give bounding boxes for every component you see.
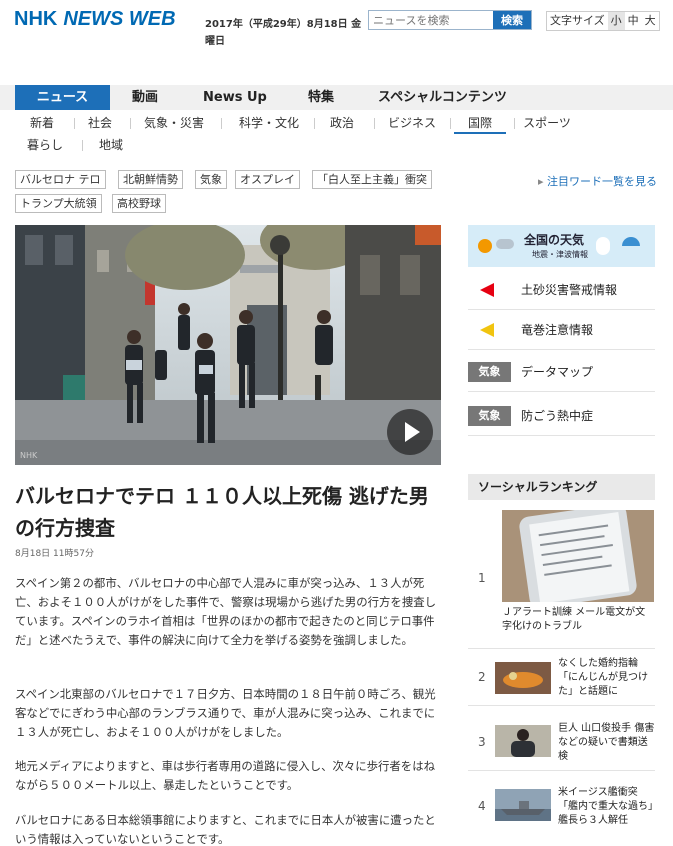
heatstroke-label: 防ごう熱中症 — [521, 409, 594, 423]
font-size-label: 文字サイズ — [550, 14, 605, 27]
subnav-society[interactable]: 社会 — [80, 112, 120, 134]
site-logo[interactable]: NHK NEWS WEB — [14, 7, 176, 31]
tag-north-korea[interactable]: 北朝鮮情勢 — [118, 170, 183, 189]
subnav-divider — [130, 118, 131, 129]
nav-newsup[interactable]: News Up — [203, 85, 267, 110]
ranking-title: 米イージス艦衝突「艦内で重大な過ち」艦長ら３人解任 — [558, 787, 653, 826]
font-size-medium[interactable]: 中 — [625, 12, 642, 30]
font-size-small[interactable]: 小 — [607, 12, 625, 30]
hero-nhk-mark: NHK — [20, 451, 38, 460]
chevron-right-icon: ▸ — [538, 175, 548, 188]
social-ranking-header: ソーシャルランキング — [468, 474, 655, 500]
ranking-number: 4 — [478, 799, 486, 813]
weather-title: 全国の天気 — [524, 233, 585, 247]
play-icon[interactable] — [387, 409, 433, 455]
search-input[interactable] — [369, 11, 493, 29]
landslide-alert-link[interactable]: 土砂災害警戒情報 — [468, 270, 655, 310]
heatstroke-link[interactable]: 気象 防ごう熱中症 — [468, 396, 655, 436]
subnav-politics[interactable]: 政治 — [321, 112, 363, 134]
ranking-divider — [468, 648, 655, 649]
subnav-divider — [74, 118, 75, 129]
nav-features[interactable]: 特集 — [308, 85, 334, 110]
data-map-label: データマップ — [521, 365, 594, 379]
megaphone-icon — [480, 283, 494, 297]
subnav-sports[interactable]: スポーツ — [517, 112, 577, 134]
subnav-divider — [450, 118, 451, 129]
subnav-divider — [314, 118, 315, 129]
weather-badge: 気象 — [468, 406, 511, 426]
subnav-region[interactable]: 地域 — [88, 134, 134, 156]
ranking-title: なくした婚約指輪「にんじんが見つけた」と話題に — [558, 658, 648, 697]
subnav-divider — [221, 118, 222, 129]
ranking-thumbnail — [495, 662, 551, 694]
tag-barcelona[interactable]: バルセロナ テロ — [15, 170, 106, 189]
ranking-thumbnail — [495, 725, 551, 757]
cloud-icon — [496, 239, 514, 249]
snowman-icon — [596, 237, 610, 255]
search-button[interactable]: 検索 — [493, 11, 531, 29]
keyword-list-link[interactable]: ▸ 注目ワード一覧を見る — [538, 172, 658, 192]
subnav-international[interactable]: 国際 — [454, 112, 506, 134]
nav-special[interactable]: スペシャルコンテンツ — [378, 85, 507, 110]
landslide-alert-label: 土砂災害警戒情報 — [521, 283, 618, 297]
ranking-number: 1 — [478, 571, 486, 585]
ranking-thumbnail — [495, 789, 551, 821]
subnav-divider — [514, 118, 515, 129]
ranking-divider — [468, 705, 655, 706]
subnav-divider — [82, 140, 83, 151]
tag-trump[interactable]: トランプ大統領 — [15, 194, 102, 213]
article-paragraph: バルセロナにある日本総領事館によりますと、これまでに日本人が被害に遭ったという情… — [15, 813, 436, 846]
subnav-latest[interactable]: 新着 — [22, 112, 62, 134]
logo-nhk: NHK — [14, 7, 58, 30]
article-video[interactable]: NHK — [15, 225, 441, 465]
article-paragraph: スペイン北東部のバルセロナで１７日夕方、日本時間の１８日午前０時ごろ、観光客など… — [15, 687, 436, 739]
tornado-alert-link[interactable]: 竜巻注意情報 — [468, 310, 655, 350]
weather-badge: 気象 — [468, 362, 511, 382]
ranking-title: 巨人 山口俊投手 傷害などの疑いで書類送検 — [558, 723, 655, 762]
subnav-living[interactable]: 暮らし — [22, 134, 68, 156]
tornado-alert-label: 竜巻注意情報 — [521, 323, 594, 337]
keyword-link-text: 注目ワード一覧を見る — [547, 175, 658, 188]
subnav-weather-disaster[interactable]: 気象・災害 — [138, 112, 210, 134]
font-size-large[interactable]: 大 — [642, 12, 659, 30]
article-paragraph: スペイン第２の都市、バルセロナの中心部で人混みに車が突っ込み、１３人が死亡、およ… — [15, 576, 436, 647]
sun-icon — [478, 239, 492, 253]
national-weather-banner[interactable]: 全国の天気 地震・津波情報 — [468, 225, 655, 267]
ranking-thumbnail — [502, 510, 654, 602]
logo-newsweb: NEWS WEB — [63, 7, 176, 30]
search-box: 検索 — [368, 10, 532, 30]
current-date: 2017年（平成29年）8月18日 金曜日 — [205, 19, 362, 47]
ranking-number: 2 — [478, 670, 486, 684]
ranking-divider — [468, 770, 655, 771]
umbrella-icon — [622, 237, 640, 246]
subnav-business[interactable]: ビジネス — [382, 112, 442, 134]
data-map-link[interactable]: 気象 データマップ — [468, 352, 655, 392]
megaphone-icon — [480, 323, 494, 337]
main-nav: ニュース 動画 News Up 特集 スペシャルコンテンツ — [0, 85, 673, 110]
earthquake-tsunami-label: 地震・津波情報 — [532, 250, 588, 259]
nav-news[interactable]: ニュース — [15, 85, 110, 110]
ranking-number: 3 — [478, 735, 486, 749]
hero-scene-image — [15, 225, 441, 465]
subnav-divider — [374, 118, 375, 129]
subnav-science-culture[interactable]: 科学・文化 — [234, 112, 304, 134]
tag-osprey[interactable]: オスプレイ — [235, 170, 300, 189]
nav-video[interactable]: 動画 — [132, 85, 158, 110]
article-timestamp: 8月18日 11時57分 — [15, 549, 94, 559]
tag-weather[interactable]: 気象 — [195, 170, 227, 189]
article-paragraph: 地元メディアによりますと、車は歩行者専用の道路に侵入し、次々に歩行者をはねながら… — [15, 759, 435, 792]
tag-white-supremacy[interactable]: 「白人至上主義」衝突 — [312, 170, 432, 189]
ranking-title: Ｊアラート訓練 メール電文が文字化けのトラブル — [502, 607, 646, 632]
article-title: バルセロナでテロ １１０人以上死傷 逃げた男の行方捜査 — [15, 484, 429, 540]
font-size-selector: 文字サイズ 小 中 大 — [546, 11, 660, 31]
tag-high-school-baseball[interactable]: 高校野球 — [112, 194, 166, 213]
